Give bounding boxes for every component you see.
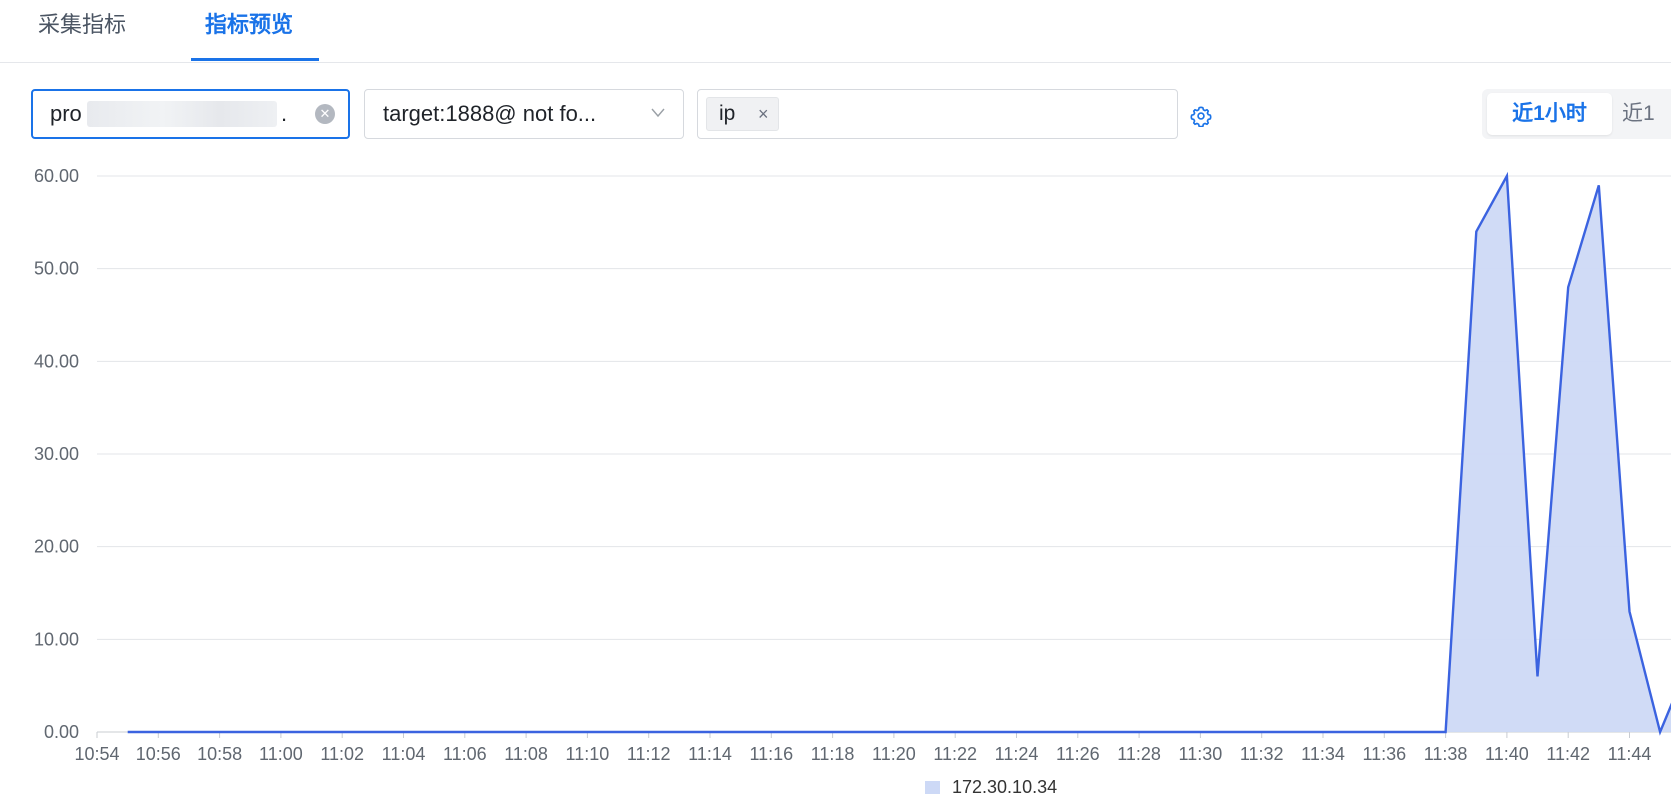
x-tick-label: 11:28 [1117,744,1161,764]
x-tick-label: 11:08 [504,744,548,764]
x-tick-label: 11:32 [1240,744,1284,764]
metric-value-suffix: . [281,101,288,126]
range-option-next[interactable]: 近1 [1622,93,1671,135]
x-tick-label: 10:56 [136,744,181,764]
x-tick-label: 11:44 [1608,744,1652,764]
range-option-1h[interactable]: 近1小时 [1487,93,1612,135]
x-tick-label: 11:30 [1179,744,1223,764]
y-tick-label: 40.00 [34,351,79,371]
tag-label: ip [719,102,736,125]
clear-icon[interactable]: ✕ [315,104,335,124]
y-tick-label: 60.00 [34,166,79,186]
group-by-select[interactable]: ip × [697,89,1178,139]
y-tick-label: 10.00 [34,629,79,649]
x-tick-label: 11:36 [1362,744,1406,764]
active-tab-indicator [191,58,319,61]
legend-swatch [925,781,940,794]
close-icon[interactable]: × [758,98,769,130]
redacted-text [87,101,277,127]
legend-label[interactable]: 172.30.10.34 [952,777,1057,797]
x-tick-label: 11:42 [1546,744,1590,764]
x-tick-label: 11:40 [1485,744,1529,764]
metric-select[interactable]: pro . ✕ [31,89,350,139]
x-tick-label: 11:18 [811,744,855,764]
x-tick-label: 11:02 [320,744,364,764]
chevron-down-icon [651,108,665,118]
x-tick-label: 11:04 [382,744,426,764]
y-tick-label: 0.00 [44,722,79,742]
x-tick-label: 11:20 [872,744,916,764]
time-range-switch: 近1小时 近1 [1482,89,1671,139]
x-tick-label: 11:16 [749,744,793,764]
x-tick-label: 11:14 [688,744,732,764]
x-tick-label: 10:58 [197,744,242,764]
gear-icon[interactable] [1190,105,1212,127]
tab-metric-preview[interactable]: 指标预览 [205,8,293,42]
x-tick-label: 11:06 [443,744,487,764]
x-tick-label: 11:12 [627,744,671,764]
x-tick-label: 11:34 [1301,744,1345,764]
metric-value: pro [50,101,82,126]
x-tick-label: 11:26 [1056,744,1100,764]
x-tick-label: 11:24 [995,744,1039,764]
tab-collect-metrics[interactable]: 采集指标 [38,8,126,42]
x-tick-label: 11:22 [933,744,977,764]
target-select[interactable]: target:1888@ not fo... [364,89,684,139]
x-tick-label: 11:00 [259,744,303,764]
y-tick-label: 50.00 [34,259,79,279]
tab-bar: 采集指标 指标预览 [0,0,1671,63]
y-tick-label: 20.00 [34,537,79,557]
x-tick-label: 11:38 [1424,744,1468,764]
x-tick-label: 11:10 [566,744,610,764]
metric-chart: 0.00 10.00 20.00 30.00 40.00 50.00 60.00 10:54 1… [34,166,1671,797]
group-by-tag: ip × [706,97,779,131]
x-tick-label: 10:54 [74,744,119,764]
y-tick-label: 30.00 [34,444,79,464]
target-value: target:1888@ not fo... [383,101,597,126]
